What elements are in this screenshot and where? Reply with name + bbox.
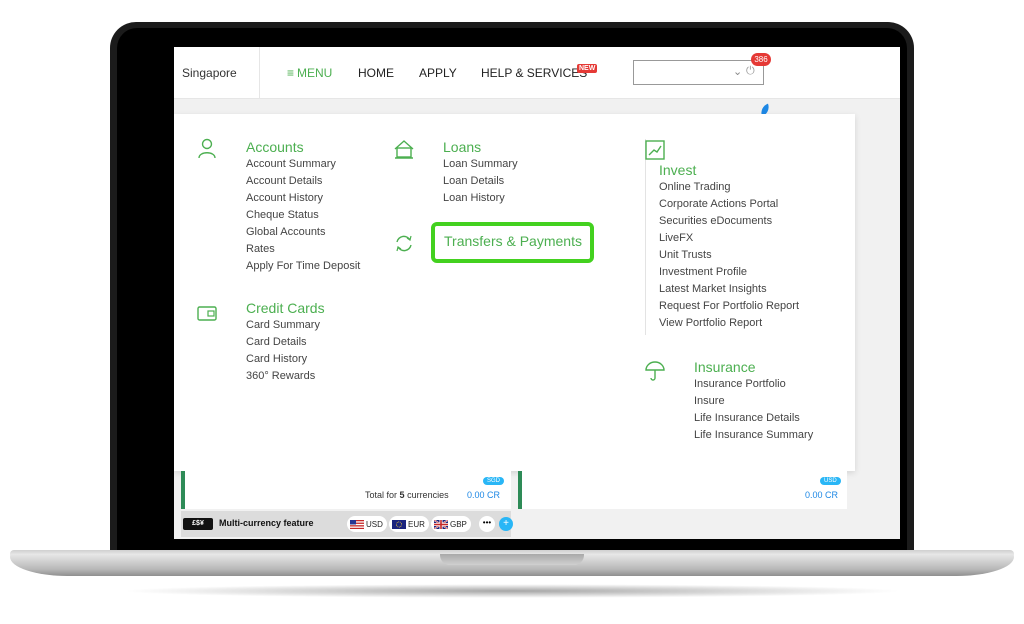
- menu-item-loan-history[interactable]: Loan History: [443, 190, 518, 207]
- chevron-down-icon: ⌄: [733, 66, 743, 78]
- menu-item-account-history[interactable]: Account History: [246, 190, 360, 207]
- menu-item-online-trading[interactable]: Online Trading: [659, 179, 799, 196]
- menu-item-card-history[interactable]: Card History: [246, 351, 325, 368]
- menu-item-apply-time-deposit[interactable]: Apply For Time Deposit: [246, 258, 360, 275]
- menu-item-account-summary[interactable]: Account Summary: [246, 156, 360, 173]
- sgd-summary-card: SGD Total for 5 currencies 0.00 CR: [181, 471, 511, 509]
- eu-flag-icon: [392, 519, 406, 529]
- loans-title[interactable]: Loans: [443, 138, 518, 156]
- loans-section: Loans Loan Summary Loan Details Loan His…: [443, 138, 518, 207]
- nav-home[interactable]: HOME: [358, 66, 394, 80]
- hamburger-icon: ≡: [287, 66, 295, 80]
- invest-divider: [645, 139, 646, 335]
- menu-item-life-insurance-details[interactable]: Life Insurance Details: [694, 410, 813, 427]
- chart-up-icon: [645, 140, 665, 160]
- uk-flag-icon: [434, 519, 448, 529]
- menu-item-account-details[interactable]: Account Details: [246, 173, 360, 190]
- laptop-screen: Singapore ≡ MENU HOME APPLY HELP & SERVI…: [174, 47, 900, 539]
- invest-section: Invest Online Trading Corporate Actions …: [659, 161, 799, 332]
- top-header: Singapore ≡ MENU HOME APPLY HELP & SERVI…: [174, 47, 900, 99]
- laptop-stage: Singapore ≡ MENU HOME APPLY HELP & SERVI…: [0, 0, 1024, 624]
- menu-item-view-portfolio-report[interactable]: View Portfolio Report: [659, 315, 799, 332]
- menu-item-loan-summary[interactable]: Loan Summary: [443, 156, 518, 173]
- menu-button[interactable]: ≡ MENU: [287, 66, 332, 80]
- credit-cards-section: Credit Cards Card Summary Card Details C…: [246, 299, 325, 385]
- menu-item-latest-market-insights[interactable]: Latest Market Insights: [659, 281, 799, 298]
- add-currency-button[interactable]: +: [499, 517, 513, 531]
- refresh-arrows-icon: [396, 235, 412, 252]
- accounts-title[interactable]: Accounts: [246, 138, 360, 156]
- insurance-section: Insurance Insurance Portfolio Insure Lif…: [694, 358, 813, 444]
- menu-item-request-portfolio-report[interactable]: Request For Portfolio Report: [659, 298, 799, 315]
- notification-badge[interactable]: 386: [751, 53, 771, 66]
- invest-title[interactable]: Invest: [659, 161, 799, 179]
- account-dropdown[interactable]: ⌄ ⏻: [633, 60, 764, 85]
- menu-item-360-rewards[interactable]: 360° Rewards: [246, 368, 325, 385]
- menu-item-card-summary[interactable]: Card Summary: [246, 317, 325, 334]
- total-currencies-label: Total for 5 currencies: [365, 490, 449, 500]
- usd-summary-card: USD 0.00 CR: [518, 471, 847, 509]
- menu-item-insure[interactable]: Insure: [694, 393, 813, 410]
- power-icon[interactable]: ⏻: [746, 65, 755, 78]
- menu-item-life-insurance-summary[interactable]: Life Insurance Summary: [694, 427, 813, 444]
- us-flag-icon: [350, 519, 364, 529]
- laptop-shadow: [120, 584, 904, 598]
- menu-item-investment-profile[interactable]: Investment Profile: [659, 264, 799, 281]
- person-icon: [198, 138, 216, 159]
- menu-item-unit-trusts[interactable]: Unit Trusts: [659, 247, 799, 264]
- currency-pill-sgd: SGD: [483, 477, 505, 485]
- currency-chip-eur[interactable]: EUR: [389, 516, 429, 532]
- currency-pill-usd: USD: [820, 477, 841, 485]
- new-badge: NEW: [577, 64, 598, 73]
- country-selector[interactable]: Singapore: [182, 66, 237, 80]
- more-currencies-button[interactable]: •••: [479, 516, 495, 532]
- nav-apply[interactable]: APPLY: [419, 66, 457, 80]
- menu-item-rates[interactable]: Rates: [246, 241, 360, 258]
- multi-currency-label: Multi-currency feature: [219, 518, 314, 528]
- multi-currency-bar: £$¥ Multi-currency feature USD EUR GBP •…: [181, 511, 513, 537]
- umbrella-icon: [645, 361, 665, 381]
- accounts-section: Accounts Account Summary Account Details…: [246, 138, 360, 275]
- currency-chip-usd[interactable]: USD: [347, 516, 387, 532]
- currency-chip-gbp[interactable]: GBP: [431, 516, 471, 532]
- sgd-total-amount: 0.00 CR: [467, 490, 501, 500]
- laptop-notch: [440, 554, 584, 565]
- header-divider: [259, 47, 260, 99]
- nav-help-services[interactable]: HELP & SERVICES: [481, 66, 587, 80]
- menu-item-cheque-status[interactable]: Cheque Status: [246, 207, 360, 224]
- menu-item-card-details[interactable]: Card Details: [246, 334, 325, 351]
- menu-item-global-accounts[interactable]: Global Accounts: [246, 224, 360, 241]
- usd-total-amount: 0.00 CR: [805, 490, 839, 500]
- menu-item-insurance-portfolio[interactable]: Insurance Portfolio: [694, 376, 813, 393]
- menu-item-securities-edocuments[interactable]: Securities eDocuments: [659, 213, 799, 230]
- menu-label: MENU: [297, 66, 333, 80]
- insurance-title[interactable]: Insurance: [694, 358, 813, 376]
- menu-item-loan-details[interactable]: Loan Details: [443, 173, 518, 190]
- menu-dropdown-panel: Accounts Account Summary Account Details…: [174, 114, 855, 471]
- multi-currency-logo: £$¥: [183, 518, 213, 530]
- transfers-payments-highlight[interactable]: Transfers & Payments: [431, 222, 594, 263]
- wallet-icon: [197, 306, 217, 321]
- credit-cards-title[interactable]: Credit Cards: [246, 299, 325, 317]
- menu-item-corporate-actions-portal[interactable]: Corporate Actions Portal: [659, 196, 799, 213]
- transfers-payments-title[interactable]: Transfers & Payments: [444, 233, 582, 249]
- house-icon: [394, 140, 414, 159]
- menu-item-livefx[interactable]: LiveFX: [659, 230, 799, 247]
